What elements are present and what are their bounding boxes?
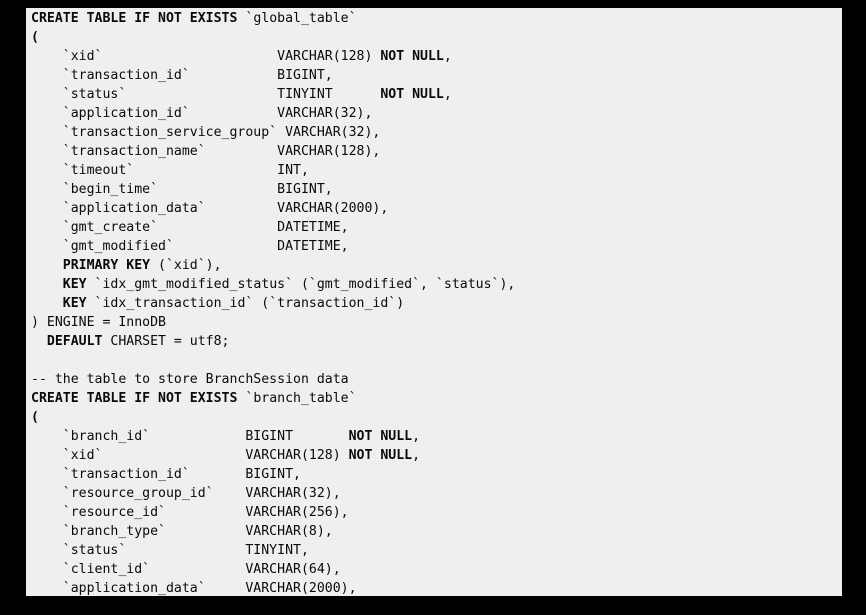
code-text: `gmt_create` DATETIME,: [31, 220, 349, 235]
code-line: (: [31, 408, 515, 427]
code-text: ,: [412, 429, 421, 444]
sql-keyword: (: [31, 410, 39, 425]
code-line: `xid` VARCHAR(128) NOT NULL,: [31, 446, 515, 465]
code-text: `xid` VARCHAR(128): [31, 448, 349, 463]
code-line: `branch_type` VARCHAR(8),: [31, 522, 515, 541]
code-text: -- the table to store BranchSession data: [31, 372, 349, 387]
code-text: `branch_id` BIGINT: [31, 429, 349, 444]
code-line: `begin_time` BIGINT,: [31, 180, 515, 199]
sql-keyword: PRIMARY KEY: [62, 258, 151, 273]
code-line: `resource_id` VARCHAR(256),: [31, 503, 515, 522]
code-text: `resource_id` VARCHAR(256),: [31, 505, 349, 520]
sql-code-block: CREATE TABLE IF NOT EXISTS `global_table…: [31, 9, 515, 596]
code-line: -- the table to store BranchSession data: [31, 370, 515, 389]
sql-keyword: KEY: [62, 277, 87, 292]
sql-keyword: CREATE TABLE IF NOT EXISTS: [31, 11, 238, 26]
code-text: CHARSET = utf8;: [102, 334, 230, 349]
code-line: `transaction_id` BIGINT,: [31, 66, 515, 85]
code-viewer: CREATE TABLE IF NOT EXISTS `global_table…: [26, 8, 842, 596]
code-text: `xid` VARCHAR(128): [31, 49, 381, 64]
code-line: DEFAULT CHARSET = utf8;: [31, 332, 515, 351]
code-line: `transaction_name` VARCHAR(128),: [31, 142, 515, 161]
code-line: `transaction_service_group` VARCHAR(32),: [31, 123, 515, 142]
code-text: ) ENGINE = InnoDB: [31, 315, 166, 330]
sql-keyword: NOT NULL: [380, 49, 444, 64]
code-line: `resource_group_id` VARCHAR(32),: [31, 484, 515, 503]
code-line: `gmt_modified` DATETIME,: [31, 237, 515, 256]
code-text: `timeout` INT,: [31, 163, 309, 178]
code-text: ,: [443, 87, 452, 102]
code-line: `branch_id` BIGINT NOT NULL,: [31, 427, 515, 446]
sql-keyword: DEFAULT: [46, 334, 103, 349]
code-line: (: [31, 28, 515, 47]
code-text: `application_data` VARCHAR(2000),: [31, 201, 389, 216]
code-line: ​: [31, 351, 515, 370]
code-text: `resource_group_id` VARCHAR(32),: [31, 486, 341, 501]
code-text: ,: [412, 448, 421, 463]
code-text: `branch_table`: [237, 391, 357, 406]
code-line: `application_data` VARCHAR(2000),: [31, 579, 515, 596]
code-line: `client_id` VARCHAR(64),: [31, 560, 515, 579]
code-text: `transaction_id` BIGINT,: [31, 467, 301, 482]
sql-keyword: KEY: [62, 296, 87, 311]
code-line: `status` TINYINT,: [31, 541, 515, 560]
code-line: PRIMARY KEY (`xid`),: [31, 256, 515, 275]
code-line: `application_data` VARCHAR(2000),: [31, 199, 515, 218]
code-text: `application_data` VARCHAR(2000),: [31, 581, 357, 596]
code-text: `global_table`: [237, 11, 357, 26]
code-text: `idx_transaction_id` (`transaction_id`): [86, 296, 405, 311]
code-line: KEY `idx_transaction_id` (`transaction_i…: [31, 294, 515, 313]
code-text: ,: [443, 49, 452, 64]
code-text: `begin_time` BIGINT,: [31, 182, 333, 197]
sql-keyword: NOT NULL: [348, 448, 413, 463]
code-text: `status` TINYINT,: [31, 543, 309, 558]
sql-keyword: (: [31, 30, 39, 45]
code-line: `timeout` INT,: [31, 161, 515, 180]
code-text: (`xid`),: [150, 258, 222, 273]
code-text: `client_id` VARCHAR(64),: [31, 562, 341, 577]
code-line: CREATE TABLE IF NOT EXISTS `branch_table…: [31, 389, 515, 408]
code-line: KEY `idx_gmt_modified_status` (`gmt_modi…: [31, 275, 516, 294]
code-line: ) ENGINE = InnoDB: [31, 313, 515, 332]
sql-keyword: NOT NULL: [348, 429, 413, 444]
code-text: `transaction_id` BIGINT,: [31, 68, 333, 83]
sql-keyword: NOT NULL: [380, 87, 444, 102]
code-text: `gmt_modified` DATETIME,: [31, 239, 349, 254]
code-line: `status` TINYINT NOT NULL,: [31, 85, 515, 104]
code-text: `transaction_name` VARCHAR(128),: [31, 144, 381, 159]
sql-keyword: CREATE TABLE IF NOT EXISTS: [31, 391, 238, 406]
code-text: `transaction_service_group` VARCHAR(32),: [31, 125, 381, 140]
code-text: `application_id` VARCHAR(32),: [31, 106, 373, 121]
code-line: `gmt_create` DATETIME,: [31, 218, 515, 237]
code-line: `xid` VARCHAR(128) NOT NULL,: [31, 47, 515, 66]
code-line: CREATE TABLE IF NOT EXISTS `global_table…: [31, 9, 515, 28]
code-text: `branch_type` VARCHAR(8),: [31, 524, 333, 539]
code-line: `application_id` VARCHAR(32),: [31, 104, 515, 123]
code-line: `transaction_id` BIGINT,: [31, 465, 515, 484]
code-text: `status` TINYINT: [31, 87, 381, 102]
code-text: `idx_gmt_modified_status` (`gmt_modified…: [86, 277, 516, 292]
